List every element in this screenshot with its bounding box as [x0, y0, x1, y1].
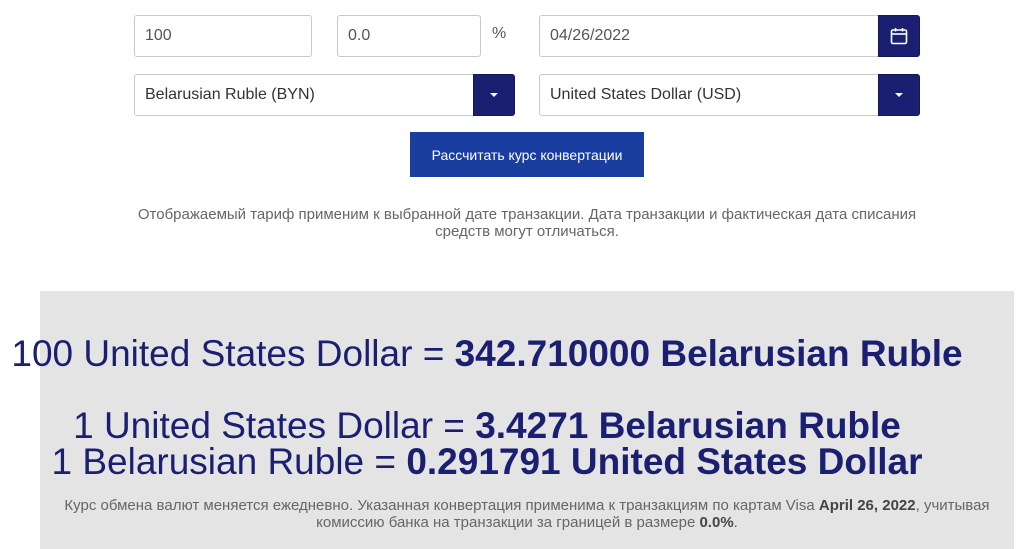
result-rate-byn-value: 0.291791 United States Dollar [406, 441, 923, 482]
result-rate-usd: 1 United States Dollar = 3.4271 Belarusi… [0, 406, 974, 446]
result-rate-usd-value: 3.4271 Belarusian Ruble [475, 405, 901, 446]
calendar-icon [890, 28, 908, 45]
footnote-end: . [733, 514, 738, 531]
footnote-text-1: Курс обмена валют меняется ежедневно. Ук… [64, 497, 819, 514]
rate-date-note: Отображаемый тариф применим к выбранной … [137, 206, 917, 240]
percent-symbol: % [492, 25, 507, 42]
from-currency-select[interactable]: Belarusian Ruble (BYN) [134, 74, 474, 116]
calculate-conversion-button[interactable]: Рассчитать курс конвертации [410, 132, 644, 177]
footnote-date: April 26, 2022 [818, 497, 916, 514]
currency-converter-page: % Belarusian Ruble (BYN) United States D… [0, 0, 1024, 549]
footnote-text-3: комиссию банка на транзакции за границей… [316, 514, 700, 531]
result-rate-byn-prefix: 1 Belarusian Ruble = [51, 441, 407, 482]
result-rate-usd-prefix: 1 United States Dollar = [73, 405, 476, 446]
result-main-value: 342.710000 Belarusian Ruble [454, 333, 963, 374]
amount-input[interactable] [134, 15, 312, 57]
caret-down-icon [490, 93, 498, 97]
result-rate-byn: 1 Belarusian Ruble = 0.291791 United Sta… [0, 442, 974, 482]
footnote-fee: 0.0% [699, 514, 734, 531]
result-main: 100 United States Dollar = 342.710000 Be… [0, 334, 974, 374]
bank-fee-input[interactable] [337, 15, 481, 57]
transaction-date-input[interactable] [539, 15, 879, 57]
from-currency-dropdown-button[interactable] [473, 74, 515, 116]
calendar-button[interactable] [878, 15, 920, 57]
to-currency-dropdown-button[interactable] [878, 74, 920, 116]
footnote-text-2: , учитывая [915, 497, 990, 514]
caret-down-icon [895, 93, 903, 97]
rate-footnote: Курс обмена валют меняется ежедневно. Ук… [40, 497, 1014, 531]
result-main-prefix: 100 United States Dollar = [11, 333, 455, 374]
to-currency-select[interactable]: United States Dollar (USD) [539, 74, 879, 116]
